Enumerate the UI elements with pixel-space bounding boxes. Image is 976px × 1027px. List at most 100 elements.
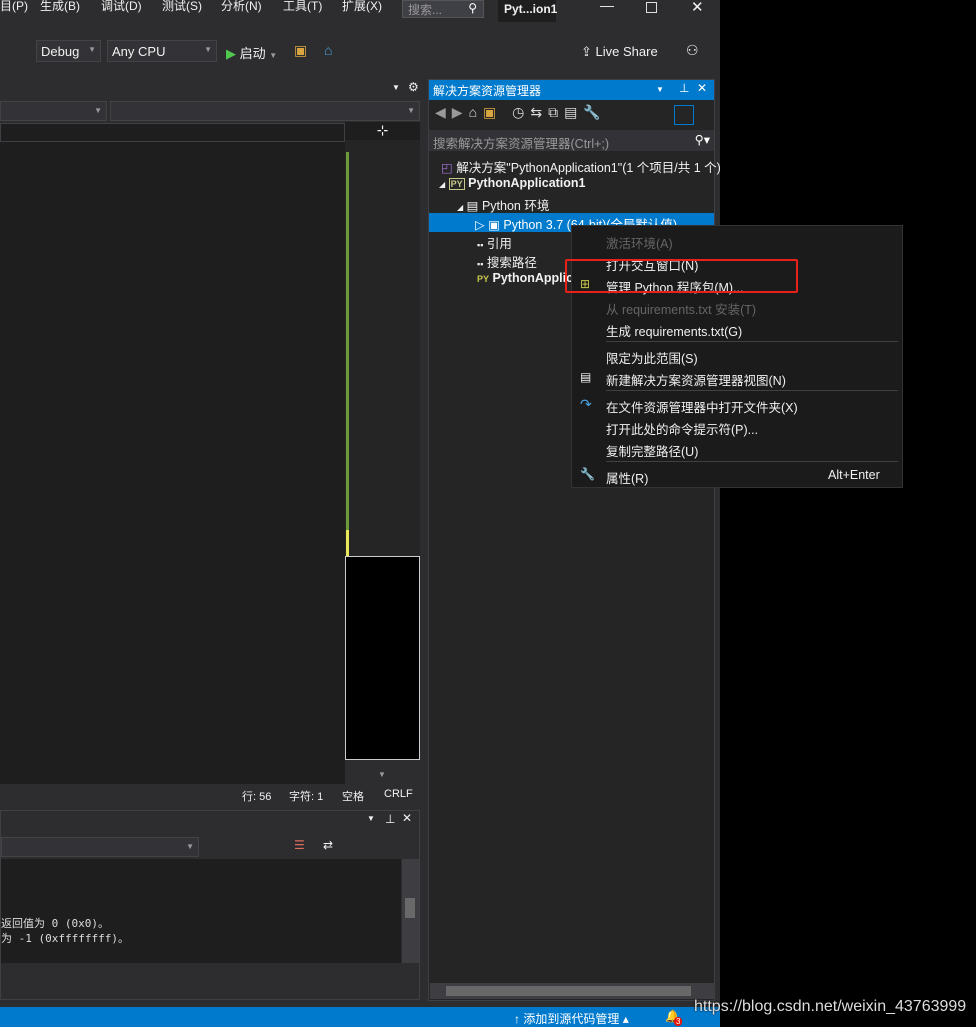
interpreter-icon: ▣ xyxy=(488,218,500,232)
menu-item-activate-env[interactable]: 激活环境(A) xyxy=(606,233,673,252)
menu-item-open-folder[interactable]: 在文件资源管理器中打开文件夹(X) xyxy=(606,397,798,416)
output-source-dropdown[interactable]: ▼ xyxy=(1,837,199,857)
tree-item-references[interactable]: ▪▪ 引用 xyxy=(477,233,512,252)
home-icon[interactable]: ⌂ xyxy=(324,42,332,58)
menu-item-properties[interactable]: 属性(R) xyxy=(606,468,648,487)
search-icon: ⚲▾ xyxy=(694,133,710,147)
live-share-button[interactable]: ⇪ Live Share xyxy=(581,44,658,60)
member-dropdown[interactable]: ▼ xyxy=(110,101,420,121)
history-icon: ◷ xyxy=(512,104,531,120)
menu-item-command-prompt[interactable]: 打开此处的命令提示符(P)... xyxy=(606,419,758,438)
menu-item-copy-path[interactable]: 复制完整路径(U) xyxy=(606,441,698,460)
clear-all-icon[interactable]: ☰ xyxy=(294,838,305,852)
gear-icon[interactable]: ⚙ xyxy=(408,80,419,94)
wrench-icon: 🔧 xyxy=(583,104,607,120)
chevron-down-icon[interactable]: ▼ xyxy=(656,85,664,94)
chevron-down-icon: ▼ xyxy=(186,842,194,851)
chevron-down-icon[interactable]: ▼ xyxy=(367,814,375,823)
explorer-search-input[interactable]: 搜索解决方案资源管理器(Ctrl+;) ⚲▾ xyxy=(429,130,714,151)
item-label: 解决方案"PythonApplication1"(1 个项目/共 1 个) xyxy=(456,161,721,175)
chevron-down-icon: ▼ xyxy=(94,106,102,115)
line-ending[interactable]: CRLF xyxy=(384,788,413,800)
find-icon[interactable]: ▣ xyxy=(294,42,307,59)
close-icon[interactable]: ✕ xyxy=(402,811,412,825)
chevron-down-icon[interactable]: ▼ xyxy=(392,83,400,92)
menu-item-generate-requirements[interactable]: 生成 requirements.txt(G) xyxy=(606,321,742,340)
menu-item-scope[interactable]: 限定为此范围(S) xyxy=(606,348,698,367)
chevron-down-icon: ▼ xyxy=(407,106,415,115)
tree-item-solution[interactable]: ◰ 解决方案"PythonApplication1"(1 个项目/共 1 个) xyxy=(441,157,721,176)
menu-project[interactable]: 目(P) xyxy=(0,0,28,14)
menu-item-new-view[interactable]: 新建解决方案资源管理器视图(N) xyxy=(606,370,786,389)
code-editor[interactable] xyxy=(0,142,345,784)
pin-icon[interactable]: ⊥ xyxy=(385,812,395,826)
path-icon: ▪▪ xyxy=(477,259,484,269)
chevron-down-icon: ▼ xyxy=(88,45,96,54)
indent-mode[interactable]: 空格 xyxy=(342,788,364,804)
python-file-icon: PY xyxy=(477,274,490,284)
menu-build[interactable]: 生成(B) xyxy=(40,0,80,14)
preview-toggle[interactable] xyxy=(674,105,694,125)
arrow-up-icon: ↑ xyxy=(514,1012,520,1026)
editor-header xyxy=(0,123,345,142)
output-panel: ▼ ⊥ ✕ ▼ ☰ ⇄ 返回值为 0 (0x0)。 为 -1 (0xffffff… xyxy=(0,810,420,1000)
menu-extensions[interactable]: 扩展(X) xyxy=(342,0,382,14)
menu-debug[interactable]: 调试(D) xyxy=(101,0,142,14)
item-label: PythonApplication1 xyxy=(468,176,586,190)
expand-icon: ▷ xyxy=(475,218,485,232)
char-number: 字符: 1 xyxy=(289,791,324,803)
horizontal-scrollbar[interactable] xyxy=(430,983,715,999)
output-scrollbar[interactable] xyxy=(402,859,419,963)
watermark: https://blog.csdn.net/weixin_43763999 xyxy=(694,998,967,1015)
live-share-label: Live Share xyxy=(595,44,658,59)
home-icon: ⌂ xyxy=(468,104,484,120)
chevron-down-icon: ▼ xyxy=(204,45,212,54)
menu-test[interactable]: 测试(S) xyxy=(162,0,202,14)
tree-item-search-paths[interactable]: ▪▪ 搜索路径 xyxy=(477,252,537,271)
config-value: Debug xyxy=(41,44,80,59)
source-control-label: 添加到源代码管理 xyxy=(523,1012,620,1026)
scroll-down-icon[interactable]: ▼ xyxy=(378,770,386,779)
word-wrap-icon[interactable]: ⇄ xyxy=(323,838,333,852)
separator xyxy=(606,390,898,391)
reference-icon: ▪▪ xyxy=(477,240,484,250)
shortcut-label: Alt+Enter xyxy=(828,468,880,482)
sync-icon: ▣ xyxy=(483,104,503,120)
back-icon: ◀ xyxy=(435,104,452,120)
menu-item-install-requirements[interactable]: 从 requirements.txt 安装(T) xyxy=(606,299,756,318)
minimize-button[interactable]: — xyxy=(600,0,614,13)
close-button[interactable]: ✕ xyxy=(691,0,704,16)
open-folder-arrow-icon: ↷ xyxy=(580,396,592,412)
tree-item-project[interactable]: ◢ PY PythonApplication1 xyxy=(439,176,586,190)
environment-icon: ▤ xyxy=(466,199,479,213)
item-label: 搜索路径 xyxy=(486,256,537,270)
source-control-button[interactable]: ↑ 添加到源代码管理 ▴ xyxy=(514,1010,629,1027)
menu-analyze[interactable]: 分析(N) xyxy=(221,0,262,14)
separator xyxy=(606,341,898,342)
platform-value: Any CPU xyxy=(112,44,166,59)
tree-item-py-file[interactable]: PY PythonApplication1.py xyxy=(477,271,572,285)
separator xyxy=(606,461,898,462)
scrollbar-minimap[interactable] xyxy=(345,140,420,760)
output-text[interactable]: 返回值为 0 (0x0)。 为 -1 (0xffffffff)。 xyxy=(1,859,401,963)
maximize-button[interactable] xyxy=(646,2,657,13)
pin-icon[interactable]: ⊥ xyxy=(679,81,689,95)
menu-tools[interactable]: 工具(T) xyxy=(283,0,322,14)
platform-dropdown[interactable]: Any CPU ▼ xyxy=(107,40,217,62)
solution-icon: ◰ xyxy=(441,161,453,175)
solution-explorer-title-bar: 解决方案资源管理器 ▼ ⊥ ✕ xyxy=(429,80,714,100)
start-button[interactable]: ▶ 启动 ▼ xyxy=(226,43,277,62)
close-icon[interactable]: ✕ xyxy=(697,81,707,95)
split-icon[interactable]: ⊹ xyxy=(345,122,420,140)
explorer-toolbar[interactable]: ◀▶⌂▣ ◷⇆⧉▤🔧 xyxy=(435,104,607,121)
feedback-icon[interactable]: ⚇ xyxy=(686,42,699,59)
tree-item-python-environments[interactable]: ◢ ▤ Python 环境 xyxy=(457,195,549,214)
search-input[interactable]: 搜索... ⚲ xyxy=(402,0,484,18)
wrench-icon: 🔧 xyxy=(580,467,595,481)
play-icon: ▶ xyxy=(226,46,236,61)
item-label: Python 环境 xyxy=(481,199,550,213)
output-line: 返回值为 0 (0x0)。 xyxy=(1,917,109,930)
scope-dropdown[interactable]: ▼ xyxy=(0,101,107,121)
config-dropdown[interactable]: Debug ▼ xyxy=(36,40,101,62)
highlight-box xyxy=(565,259,798,293)
